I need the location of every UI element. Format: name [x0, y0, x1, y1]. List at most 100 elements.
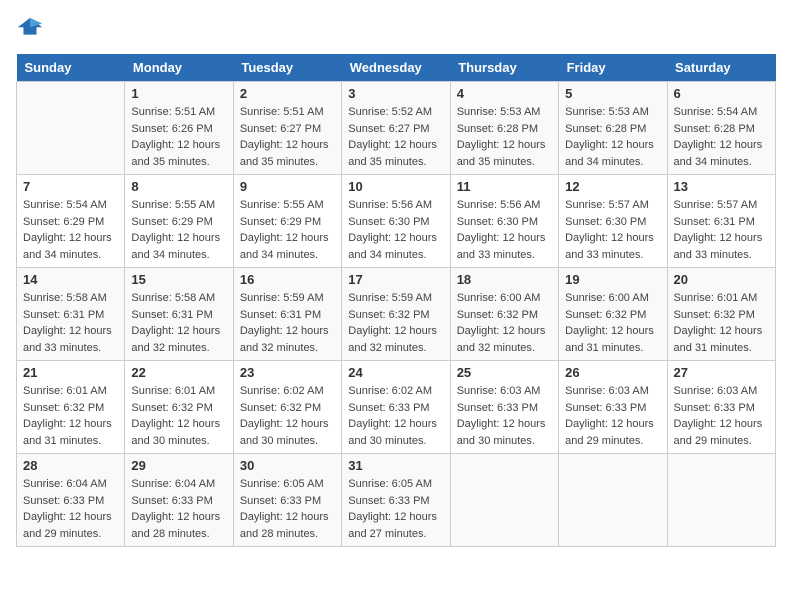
day-number: 2 [240, 86, 335, 101]
day-number: 11 [457, 179, 552, 194]
calendar-cell: 28Sunrise: 6:04 AMSunset: 6:33 PMDayligh… [17, 454, 125, 547]
calendar-cell: 7 Sunrise: 5:54 AMSunset: 6:29 PMDaylight… [17, 175, 125, 268]
calendar-dow-friday: Friday [559, 54, 667, 82]
calendar-cell: 29 Sunrise: 6:04 AMSunset: 6:33 PMDayligh… [125, 454, 233, 547]
day-number: 26 [565, 365, 660, 380]
day-number: 30 [240, 458, 335, 473]
day-info: Sunrise: 5:56 AMSunset: 6:30 PMDaylight:… [348, 197, 443, 263]
day-info: Sunrise: 5:53 AMSunset: 6:28 PMDaylight:… [565, 104, 660, 170]
day-number: 4 [457, 86, 552, 101]
day-info: Sunrise: 5:53 AMSunset: 6:28 PMDaylight:… [457, 104, 552, 170]
day-number: 16 [240, 272, 335, 287]
day-info: Sunrise: 5:57 AMSunset: 6:31 PMDaylight:… [674, 197, 769, 263]
day-info: Sunrise: 5:55 AMSunset: 6:29 PMDaylight:… [240, 197, 335, 263]
day-number: 22 [131, 365, 226, 380]
day-info: Sunrise: 5:58 AMSunset: 6:31 PMDaylight:… [131, 290, 226, 356]
day-number: 17 [348, 272, 443, 287]
day-info: Sunrise: 5:56 AMSunset: 6:30 PMDaylight:… [457, 197, 552, 263]
calendar-cell: 4 Sunrise: 5:53 AMSunset: 6:28 PMDaylight… [450, 82, 558, 175]
logo-bird-icon [16, 16, 44, 44]
calendar-dow-tuesday: Tuesday [233, 54, 341, 82]
calendar-cell: 13 Sunrise: 5:57 AMSunset: 6:31 PMDayligh… [667, 175, 775, 268]
day-info: Sunrise: 6:00 AMSunset: 6:32 PMDaylight:… [457, 290, 552, 356]
day-info: Sunrise: 5:57 AMSunset: 6:30 PMDaylight:… [565, 197, 660, 263]
calendar-cell: 26Sunrise: 6:03 AMSunset: 6:33 PMDayligh… [559, 361, 667, 454]
day-info: Sunrise: 5:52 AMSunset: 6:27 PMDaylight:… [348, 104, 443, 170]
calendar-header: SundayMondayTuesdayWednesdayThursdayFrid… [17, 54, 776, 82]
day-number: 21 [23, 365, 118, 380]
calendar-table: SundayMondayTuesdayWednesdayThursdayFrid… [16, 54, 776, 547]
day-number: 7 [23, 179, 118, 194]
calendar-cell: 12 Sunrise: 5:57 AMSunset: 6:30 PMDayligh… [559, 175, 667, 268]
calendar-cell: 14Sunrise: 5:58 AMSunset: 6:31 PMDayligh… [17, 268, 125, 361]
day-info: Sunrise: 6:04 AMSunset: 6:33 PMDaylight:… [131, 476, 226, 542]
calendar-cell: 22 Sunrise: 6:01 AMSunset: 6:32 PMDayligh… [125, 361, 233, 454]
calendar-cell: 15 Sunrise: 5:58 AMSunset: 6:31 PMDayligh… [125, 268, 233, 361]
calendar-cell: 30 Sunrise: 6:05 AMSunset: 6:33 PMDayligh… [233, 454, 341, 547]
day-number: 1 [131, 86, 226, 101]
calendar-week-3: 14 Sunrise: 5:58 AMSunset: 6:31 PMDayligh… [17, 268, 776, 361]
day-number: 27 [674, 365, 769, 380]
calendar-dow-wednesday: Wednesday [342, 54, 450, 82]
calendar-cell: 24 Sunrise: 6:02 AMSunset: 6:33 PMDayligh… [342, 361, 450, 454]
day-number: 19 [565, 272, 660, 287]
day-info: Sunrise: 6:01 AMSunset: 6:32 PMDaylight:… [131, 383, 226, 449]
day-number: 14 [23, 272, 118, 287]
day-number: 29 [131, 458, 226, 473]
day-number: 13 [674, 179, 769, 194]
calendar-cell: 16 Sunrise: 5:59 AMSunset: 6:31 PMDayligh… [233, 268, 341, 361]
day-info: Sunrise: 6:01 AMSunset: 6:32 PMDaylight:… [674, 290, 769, 356]
calendar-cell [17, 82, 125, 175]
calendar-cell: 20 Sunrise: 6:01 AMSunset: 6:32 PMDayligh… [667, 268, 775, 361]
calendar-cell: 19 Sunrise: 6:00 AMSunset: 6:32 PMDayligh… [559, 268, 667, 361]
calendar-cell: 31Sunrise: 6:05 AMSunset: 6:33 PMDayligh… [342, 454, 450, 547]
day-info: Sunrise: 5:55 AMSunset: 6:29 PMDaylight:… [131, 197, 226, 263]
day-info: Sunrise: 6:02 AMSunset: 6:32 PMDaylight:… [240, 383, 335, 449]
calendar-cell [667, 454, 775, 547]
day-info: Sunrise: 6:03 AMSunset: 6:33 PMDaylight:… [674, 383, 769, 449]
calendar-cell: 17 Sunrise: 5:59 AMSunset: 6:32 PMDayligh… [342, 268, 450, 361]
calendar-cell [450, 454, 558, 547]
day-info: Sunrise: 5:54 AMSunset: 6:28 PMDaylight:… [674, 104, 769, 170]
calendar-cell: 2 Sunrise: 5:51 AMSunset: 6:27 PMDaylight… [233, 82, 341, 175]
logo [16, 16, 48, 44]
day-number: 12 [565, 179, 660, 194]
calendar-week-2: 7 Sunrise: 5:54 AMSunset: 6:29 PMDaylight… [17, 175, 776, 268]
calendar-cell: 6 Sunrise: 5:54 AMSunset: 6:28 PMDaylight… [667, 82, 775, 175]
calendar-week-1: 1 Sunrise: 5:51 AMSunset: 6:26 PMDaylight… [17, 82, 776, 175]
day-info: Sunrise: 5:59 AMSunset: 6:32 PMDaylight:… [348, 290, 443, 356]
calendar-cell: 5 Sunrise: 5:53 AMSunset: 6:28 PMDaylight… [559, 82, 667, 175]
day-info: Sunrise: 5:51 AMSunset: 6:26 PMDaylight:… [131, 104, 226, 170]
day-number: 23 [240, 365, 335, 380]
calendar-week-4: 21 Sunrise: 6:01 AMSunset: 6:32 PMDayligh… [17, 361, 776, 454]
calendar-cell: 3Sunrise: 5:52 AMSunset: 6:27 PMDaylight… [342, 82, 450, 175]
calendar-cell: 11 Sunrise: 5:56 AMSunset: 6:30 PMDayligh… [450, 175, 558, 268]
day-info: Sunrise: 6:01 AMSunset: 6:32 PMDaylight:… [23, 383, 118, 449]
day-number: 15 [131, 272, 226, 287]
day-number: 5 [565, 86, 660, 101]
day-number: 8 [131, 179, 226, 194]
day-info: Sunrise: 6:05 AMSunset: 6:33 PMDaylight:… [240, 476, 335, 542]
calendar-cell [559, 454, 667, 547]
day-number: 24 [348, 365, 443, 380]
day-info: Sunrise: 6:05 AMSunset: 6:33 PMDaylight:… [348, 476, 443, 542]
calendar-dow-sunday: Sunday [17, 54, 125, 82]
day-number: 18 [457, 272, 552, 287]
calendar-dow-saturday: Saturday [667, 54, 775, 82]
day-number: 25 [457, 365, 552, 380]
calendar-week-5: 28Sunrise: 6:04 AMSunset: 6:33 PMDayligh… [17, 454, 776, 547]
day-info: Sunrise: 6:02 AMSunset: 6:33 PMDaylight:… [348, 383, 443, 449]
day-info: Sunrise: 5:51 AMSunset: 6:27 PMDaylight:… [240, 104, 335, 170]
calendar-dow-thursday: Thursday [450, 54, 558, 82]
day-info: Sunrise: 6:00 AMSunset: 6:32 PMDaylight:… [565, 290, 660, 356]
day-number: 20 [674, 272, 769, 287]
calendar-cell: 25Sunrise: 6:03 AMSunset: 6:33 PMDayligh… [450, 361, 558, 454]
calendar-cell: 18 Sunrise: 6:00 AMSunset: 6:32 PMDayligh… [450, 268, 558, 361]
day-info: Sunrise: 5:59 AMSunset: 6:31 PMDaylight:… [240, 290, 335, 356]
calendar-cell: 9Sunrise: 5:55 AMSunset: 6:29 PMDaylight… [233, 175, 341, 268]
calendar-cell: 21 Sunrise: 6:01 AMSunset: 6:32 PMDayligh… [17, 361, 125, 454]
day-info: Sunrise: 5:54 AMSunset: 6:29 PMDaylight:… [23, 197, 118, 263]
calendar-cell: 8 Sunrise: 5:55 AMSunset: 6:29 PMDaylight… [125, 175, 233, 268]
day-number: 6 [674, 86, 769, 101]
page-header [16, 16, 776, 44]
